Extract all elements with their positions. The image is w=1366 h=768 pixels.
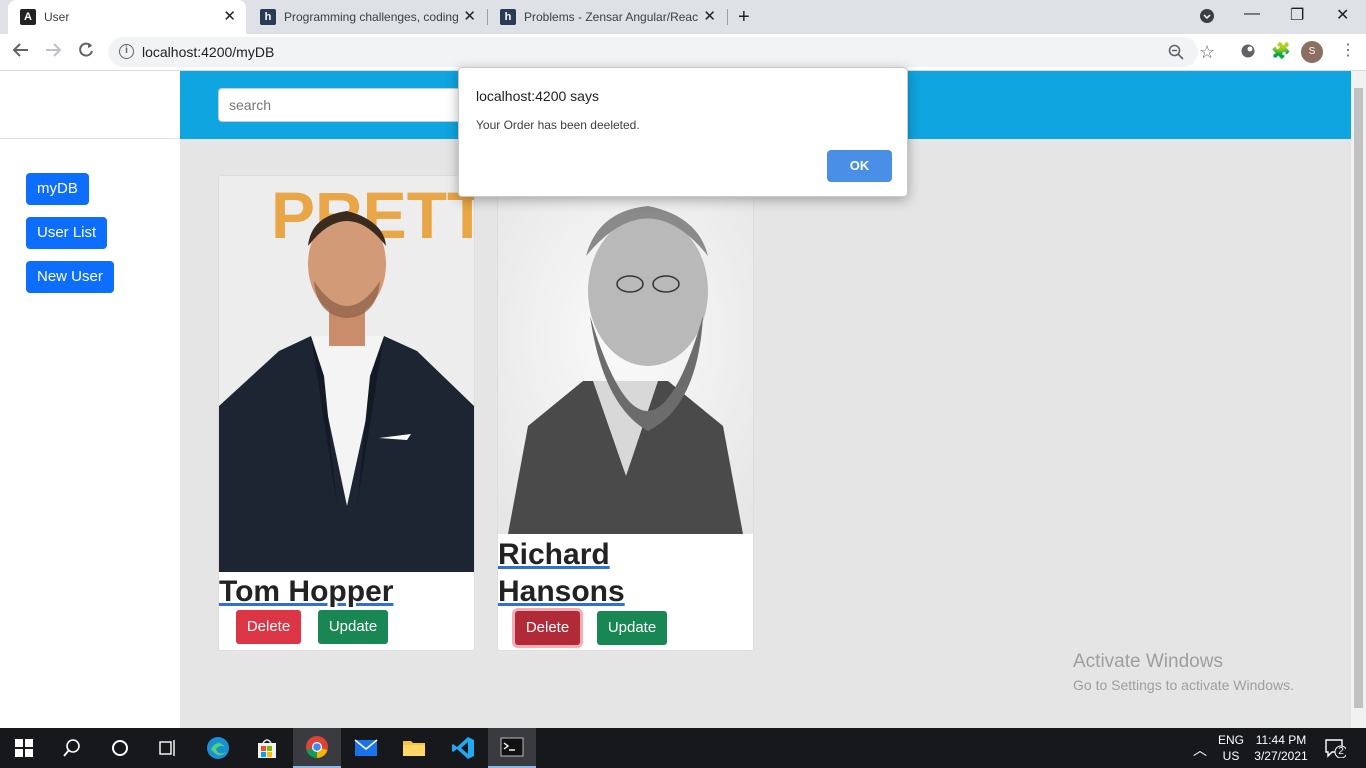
close-icon[interactable]: ✕ <box>703 9 716 25</box>
store-icon[interactable] <box>243 728 291 768</box>
dialog-message: Your Order has been deeleted. <box>476 118 640 132</box>
tab-search-icon[interactable] <box>1199 8 1215 29</box>
file-explorer-icon[interactable] <box>390 728 438 768</box>
delete-button[interactable]: Delete <box>515 611 580 645</box>
close-icon[interactable]: ✕ <box>223 9 236 25</box>
chrome-icon[interactable] <box>293 728 341 768</box>
browser-menu-icon[interactable]: ⋮ <box>1340 40 1356 60</box>
dialog-title: localhost:4200 says <box>476 88 599 104</box>
windows-taskbar: ︿ ENG US 11:44 PM 3/27/2021 2 <box>0 728 1366 768</box>
restore-icon[interactable]: ❐ <box>1290 5 1304 25</box>
angular-icon: A <box>20 9 36 25</box>
tab-user[interactable]: A User ✕ <box>8 0 246 34</box>
close-icon[interactable]: ✕ <box>463 9 476 25</box>
tab-divider <box>727 9 728 25</box>
bookmark-star-icon[interactable]: ☆ <box>1199 42 1215 63</box>
user-card: Richard Hansons Delete Update <box>497 175 754 651</box>
windows-start-icon[interactable] <box>0 728 48 768</box>
alert-dialog: localhost:4200 says Your Order has been … <box>458 67 908 197</box>
back-icon[interactable] <box>12 41 30 64</box>
sidebar: myDB User List New User <box>0 71 180 728</box>
tab-problems-zensar[interactable]: h Problems - Zensar Angular/React ✕ <box>488 0 726 34</box>
vscode-icon[interactable] <box>439 728 487 768</box>
user-name[interactable]: Tom Hopper <box>219 573 393 610</box>
clock-date[interactable]: 3/27/2021 <box>1250 749 1312 763</box>
hackerearth-icon: h <box>500 9 516 25</box>
cortana-icon[interactable] <box>96 728 144 768</box>
profile-avatar[interactable]: S <box>1301 41 1323 63</box>
task-view-icon[interactable] <box>144 728 192 768</box>
page-scrollbar[interactable] <box>1351 71 1366 728</box>
site-info-icon[interactable]: i <box>119 44 134 59</box>
terminal-icon[interactable] <box>488 728 536 768</box>
user-photo <box>498 176 753 534</box>
ok-button[interactable]: OK <box>827 150 892 182</box>
clock-time[interactable]: 11:44 PM <box>1250 733 1312 747</box>
user-name[interactable]: Richard Hansons <box>498 536 698 610</box>
tab-title: Problems - Zensar Angular/React <box>524 10 698 24</box>
region-code: US <box>1222 749 1240 763</box>
sidebar-item-user-list[interactable]: User List <box>26 217 108 249</box>
user-card: PRETTY Tom Hopper Delete Update <box>218 175 475 651</box>
notifications-count: 2 <box>1338 746 1344 757</box>
browser-toolbar: i localhost:4200/myDB ☆ 🧩 S ⋮ <box>0 34 1366 71</box>
search-input[interactable] <box>218 88 478 122</box>
extensions-puzzle-icon[interactable]: 🧩 <box>1271 41 1291 61</box>
user-name-text: Richard Hansons <box>498 538 625 608</box>
update-button[interactable]: Update <box>597 611 667 645</box>
activate-windows-title: Activate Windows <box>1073 651 1223 672</box>
activate-windows-subtitle: Go to Settings to activate Windows. <box>1073 677 1294 693</box>
mail-icon[interactable] <box>342 728 390 768</box>
sidebar-item-mydb[interactable]: myDB <box>26 173 89 205</box>
tab-programming-challenges[interactable]: h Programming challenges, coding ✕ <box>248 0 486 34</box>
hackerearth-icon: h <box>260 9 276 25</box>
language-code[interactable]: ENG <box>1216 733 1246 747</box>
extension-circle-icon[interactable] <box>1240 43 1256 63</box>
new-tab-plus-icon[interactable]: + <box>738 6 750 29</box>
window-close-icon[interactable]: ✕ <box>1336 5 1349 25</box>
update-button[interactable]: Update <box>318 610 388 644</box>
address-bar[interactable]: i localhost:4200/myDB ☆ <box>108 37 1215 67</box>
notifications-icon[interactable]: 2 <box>1322 738 1348 761</box>
user-photo: PRETTY <box>219 176 474 572</box>
delete-button[interactable]: Delete <box>236 610 301 644</box>
sidebar-brand-area <box>0 71 180 139</box>
tab-title: User <box>44 10 70 24</box>
browser-tab-bar: A User ✕ h Programming challenges, codin… <box>0 0 1366 34</box>
tab-title: Programming challenges, coding <box>284 10 458 24</box>
zoom-icon[interactable] <box>1168 44 1184 64</box>
edge-icon[interactable] <box>194 728 242 768</box>
search-icon[interactable] <box>48 728 96 768</box>
url-text: localhost:4200/myDB <box>142 44 275 60</box>
tray-chevron-icon[interactable]: ︿ <box>1193 740 1207 760</box>
minimize-icon[interactable]: — <box>1244 5 1260 23</box>
scrollbar-thumb[interactable] <box>1354 88 1363 708</box>
sidebar-item-new-user[interactable]: New User <box>26 261 114 293</box>
forward-icon[interactable] <box>44 41 62 64</box>
reload-icon[interactable] <box>77 41 95 64</box>
